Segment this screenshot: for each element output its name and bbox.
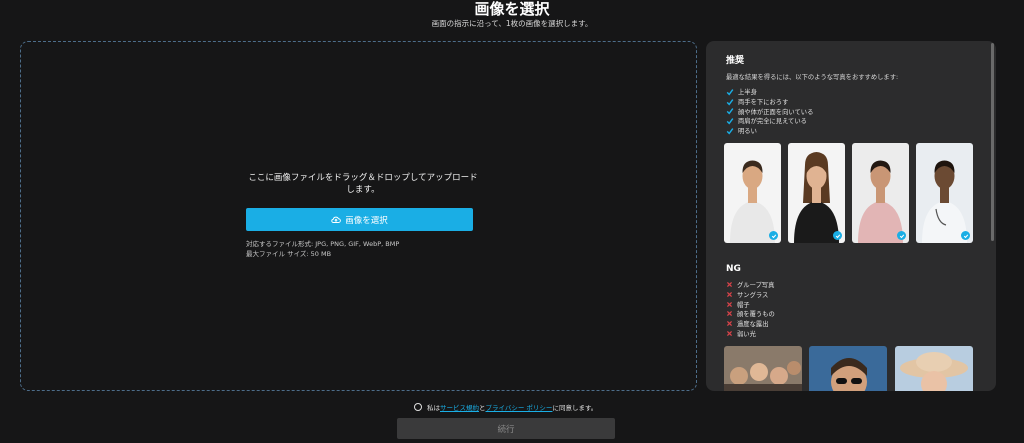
- agreement-text: 私はサービス規約とプライバシー ポリシーに同意します。: [427, 402, 597, 412]
- check-icon: [726, 127, 734, 135]
- ng-item-label: グループ写真: [737, 282, 775, 290]
- recommend-item-label: 顔や体が正面を向いている: [738, 108, 814, 116]
- hat-photo: [895, 346, 973, 391]
- recommend-intro: 最適な結果を得るには、以下のような写真をおすすめします:: [726, 74, 899, 81]
- woman-pink-top-photo: [852, 143, 909, 243]
- terms-link[interactable]: サービス規約: [440, 404, 479, 412]
- check-badge-icon: [833, 231, 842, 240]
- guidelines-panel: 推奨 最適な結果を得るには、以下のような写真をおすすめします: 上半身両手を下に…: [706, 41, 996, 391]
- recommend-item: 明るい: [726, 126, 813, 136]
- x-icon: [726, 311, 733, 317]
- agree-radio[interactable]: [414, 403, 422, 411]
- doctor-photo: [916, 143, 973, 243]
- x-icon: [726, 321, 733, 327]
- cloud-upload-icon: [331, 216, 342, 223]
- check-badge-icon: [897, 231, 906, 240]
- recommend-item: 上半身: [726, 87, 813, 97]
- select-image-label: 画像を選択: [345, 215, 388, 226]
- ng-item: 帽子: [726, 299, 775, 309]
- recommend-item-label: 明るい: [738, 128, 757, 136]
- recommend-item-label: 上半身: [738, 89, 757, 97]
- group-photo: [724, 346, 802, 391]
- recommend-item: 両肩が完全に見えている: [726, 116, 813, 126]
- recommend-title: 推奨: [726, 56, 745, 66]
- ng-item: 弱い光: [726, 328, 775, 338]
- select-image-button[interactable]: 画像を選択: [246, 208, 473, 231]
- ng-item-label: 過度な露出: [737, 321, 769, 329]
- max-file-size: 最大ファイル サイズ: 50 MB: [246, 250, 332, 258]
- ng-item-label: 顔を覆うもの: [737, 311, 775, 319]
- ng-item: 過度な露出: [726, 319, 775, 329]
- woman-black-top-photo: [788, 143, 845, 243]
- agreement-row: 私はサービス規約とプライバシー ポリシーに同意します。: [414, 402, 597, 412]
- page-subtitle: 画面の指示に沿って、1枚の画像を選択します。: [431, 19, 593, 28]
- ng-item: サングラス: [726, 290, 775, 300]
- check-icon: [726, 108, 734, 115]
- continue-button[interactable]: 続行: [397, 418, 615, 439]
- file-info: 対応するファイル形式: JPG, PNG, GIF, WebP, BMP 最大フ…: [246, 239, 399, 259]
- ng-list: グループ写真 サングラス 帽子顔を覆うもの 過度な露出 弱い光: [726, 280, 775, 338]
- x-icon: [726, 282, 733, 288]
- agreement-prefix: 私は: [427, 404, 440, 412]
- ng-item: 顔を覆うもの: [726, 309, 775, 319]
- ng-item-label: サングラス: [737, 292, 769, 300]
- man-tshirt-photo: [724, 143, 781, 243]
- check-icon: [726, 89, 734, 96]
- x-icon: [726, 330, 733, 336]
- privacy-link[interactable]: プライバシー ポリシー: [486, 404, 553, 412]
- ng-item-label: 弱い光: [737, 330, 756, 338]
- recommend-item-label: 両肩が完全に見えている: [738, 118, 807, 126]
- check-badge-icon: [961, 231, 970, 240]
- dropzone-instructions: ここに画像ファイルをドラッグ＆ドロップしてアップロードします。: [248, 173, 478, 195]
- check-icon: [726, 98, 734, 106]
- panel-scrollbar[interactable]: [991, 43, 994, 241]
- supported-formats: 対応するファイル形式: JPG, PNG, GIF, WebP, BMP: [246, 240, 400, 248]
- ng-item-label: 帽子: [737, 301, 750, 309]
- sunglasses-photo: [809, 346, 887, 391]
- recommend-list: 上半身両手を下におろす 顔や体が正面を向いている 両肩が完全に見えている 明るい: [726, 87, 813, 135]
- x-icon: [726, 291, 733, 298]
- check-badge-icon: [769, 231, 778, 240]
- recommend-item-label: 両手を下におろす: [738, 99, 789, 107]
- page-title: 画像を選択: [474, 0, 550, 18]
- x-icon: [726, 301, 733, 307]
- ng-title: NG: [726, 264, 741, 274]
- recommend-item: 両手を下におろす: [726, 97, 813, 107]
- recommend-item: 顔や体が正面を向いている: [726, 106, 813, 116]
- ng-item: グループ写真: [726, 280, 775, 290]
- upload-dropzone[interactable]: ここに画像ファイルをドラッグ＆ドロップしてアップロードします。 画像を選択 対応…: [20, 41, 697, 391]
- check-icon: [726, 118, 734, 125]
- agreement-suffix: に同意します。: [552, 404, 598, 412]
